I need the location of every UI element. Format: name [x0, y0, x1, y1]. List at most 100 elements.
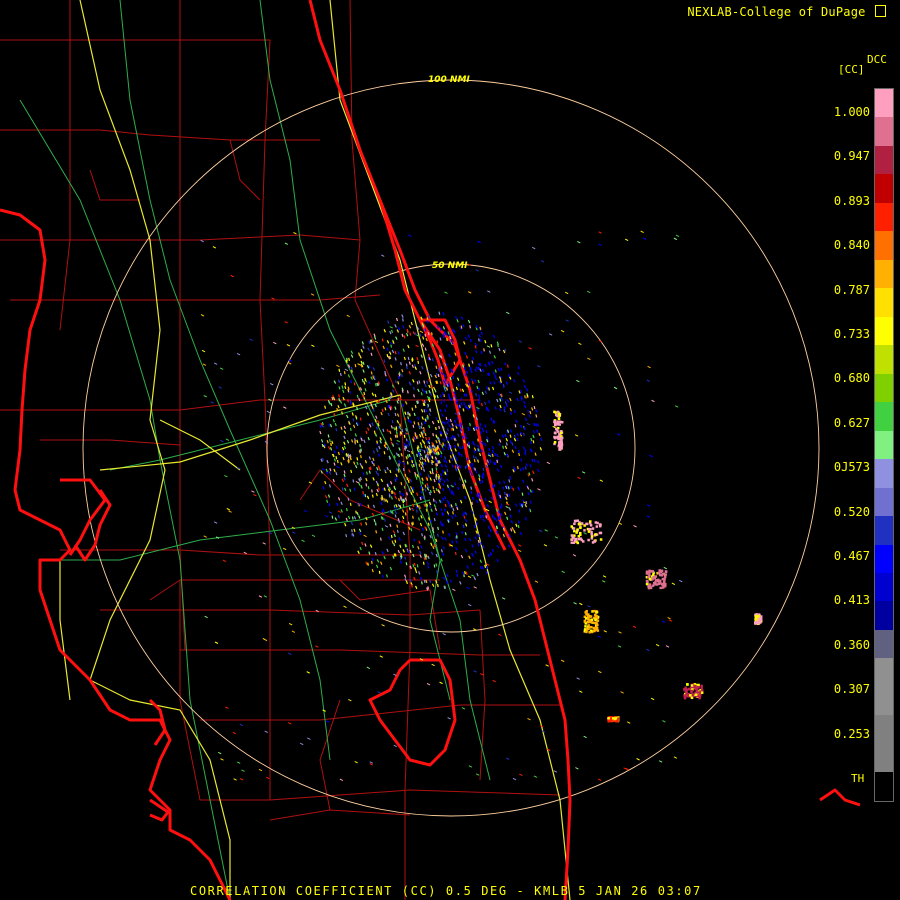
- radar-return-speck: [520, 390, 522, 394]
- radar-return-speck: [384, 370, 387, 375]
- radar-return-speck: [470, 472, 473, 476]
- radar-return-speck: [391, 540, 394, 544]
- radar-return-speck: [498, 443, 501, 447]
- radar-return-speck: [414, 404, 417, 409]
- storm-cell-pixel: [685, 692, 688, 696]
- radar-return-speck: [411, 460, 414, 464]
- storm-cell-pixel: [555, 413, 558, 417]
- radar-return-speck: [527, 473, 530, 477]
- radar-return-speck: [393, 492, 396, 496]
- radar-return-speck: [420, 392, 423, 396]
- radar-return-speck: [352, 479, 355, 483]
- radar-return-speck: [438, 425, 440, 430]
- color-scale-swatch: [875, 259, 893, 289]
- radar-return-speck: [436, 583, 439, 588]
- radar-return-speck: [350, 401, 352, 406]
- color-scale-swatch: [875, 544, 893, 573]
- radar-return-speck: [424, 432, 427, 437]
- radar-return-speck: [412, 564, 415, 568]
- radar-return-speck: [356, 394, 359, 399]
- radar-return-speck: [476, 385, 479, 390]
- storm-cell-pixel: [599, 538, 603, 541]
- radar-return-speck: [393, 455, 396, 459]
- storm-cell-pixel: [698, 691, 701, 694]
- color-scale-tick-label: 0.787: [833, 282, 870, 297]
- radar-return-speck: [383, 451, 386, 455]
- radar-return-speck: [415, 462, 418, 466]
- radar-return-speck: [444, 378, 447, 382]
- radar-return-speck: [484, 497, 487, 502]
- radar-return-speck: [471, 380, 474, 385]
- radar-return-speck: [362, 361, 365, 365]
- radar-return-speck: [443, 421, 446, 425]
- storm-cell-pixel: [587, 618, 590, 621]
- storm-cell-pixel: [593, 540, 596, 543]
- color-scale-tick-label: 1.000: [833, 105, 870, 119]
- product-caption: CORRELATION COEFFICIENT (CC) 0.5 DEG - K…: [190, 884, 702, 898]
- radar-return-speck: [463, 401, 466, 406]
- radar-return-speck: [468, 445, 471, 449]
- radar-return-speck: [456, 573, 459, 578]
- radar-return-speck: [469, 422, 471, 427]
- radar-return-speck: [403, 485, 406, 489]
- radar-return-speck: [456, 398, 458, 403]
- radar-return-speck: [479, 363, 482, 367]
- radar-return-speck: [442, 552, 445, 556]
- radar-return-speck: [367, 485, 370, 490]
- radar-return-speck: [362, 472, 365, 476]
- radar-return-speck: [343, 371, 346, 375]
- radar-return-speck: [429, 519, 433, 523]
- storm-cell-pixel: [663, 580, 666, 584]
- radar-return-speck: [424, 553, 427, 557]
- radar-return-speck: [451, 540, 454, 544]
- radar-return-speck: [400, 373, 403, 378]
- radar-return-speck: [427, 565, 430, 569]
- radar-return-speck: [493, 516, 496, 520]
- radar-return-speck: [372, 462, 375, 467]
- radar-return-speck: [400, 481, 403, 486]
- radar-return-speck: [374, 552, 377, 556]
- color-scale-tick-label: 0.840: [833, 238, 870, 253]
- radar-return-speck: [431, 468, 434, 472]
- radar-return-speck: [439, 520, 442, 524]
- storm-cell-pixel: [572, 527, 576, 530]
- radar-return-speck: [413, 421, 416, 425]
- storm-cell-pixel: [580, 522, 584, 525]
- radar-return-speck: [423, 450, 426, 454]
- radar-return-speck: [327, 434, 330, 438]
- radar-return-speck: [368, 365, 371, 369]
- storm-cell-pixel: [578, 522, 581, 526]
- radar-return-speck: [367, 562, 369, 566]
- radar-return-speck: [391, 419, 394, 424]
- radar-return-speck: [463, 366, 466, 371]
- radar-return-speck: [440, 355, 443, 359]
- radar-return-speck: [440, 508, 443, 512]
- radar-return-speck: [462, 524, 465, 528]
- storm-cell-pixel: [579, 533, 582, 537]
- storm-cell-pixel: [648, 577, 652, 581]
- radar-return-speck: [380, 516, 383, 520]
- radar-return-speck: [440, 401, 443, 405]
- storm-cell-pixel: [553, 422, 557, 425]
- radar-return-speck: [452, 511, 454, 515]
- radar-return-speck: [370, 560, 373, 564]
- storm-cell-pixel: [585, 613, 589, 616]
- storm-cell-pixel: [556, 423, 559, 426]
- radar-return-speck: [341, 487, 344, 491]
- radar-return-speck: [409, 332, 412, 336]
- radar-return-speck: [347, 497, 350, 501]
- radar-return-speck: [450, 445, 453, 449]
- radar-return-speck: [356, 406, 359, 411]
- radar-return-speck: [437, 419, 440, 424]
- storm-cell-pixel: [757, 614, 760, 618]
- radar-return-speck: [435, 372, 438, 377]
- storm-cell-pixel: [587, 620, 591, 624]
- ring-label-100nmi: 100 NMI: [428, 75, 470, 85]
- radar-return-speck: [462, 571, 465, 575]
- radar-return-speck: [416, 564, 419, 568]
- radar-return-speck: [351, 516, 354, 520]
- radar-return-speck: [483, 348, 486, 352]
- radar-return-speck: [414, 332, 417, 336]
- radar-return-speck: [521, 492, 524, 496]
- radar-return-speck: [514, 424, 517, 428]
